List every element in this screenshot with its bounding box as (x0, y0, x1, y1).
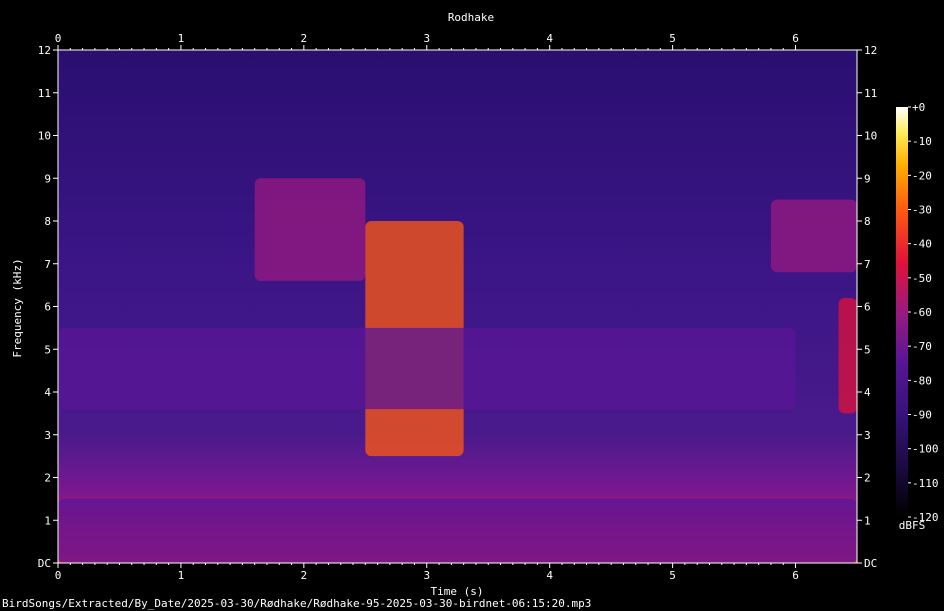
y-tick-label-right: 6 (864, 301, 871, 314)
y-tick-label-right: 4 (864, 386, 871, 399)
x-tick-label-top: 5 (669, 32, 676, 45)
y-tick-label-left: 1 (44, 514, 51, 527)
y-tick-label-left: 11 (38, 87, 51, 100)
colorbar-tick-label: -20 (912, 169, 932, 182)
y-tick-label-left: 6 (44, 301, 51, 314)
x-tick-label-top: 3 (423, 32, 430, 45)
colorbar-tick-label: -110 (912, 477, 939, 490)
colorbar-gradient (896, 107, 908, 517)
y-tick-label-right: 3 (864, 429, 871, 442)
colorbar-tick-label: -100 (912, 443, 939, 456)
plot-area (57, 49, 858, 564)
x-tick-label-bottom: 0 (55, 569, 62, 582)
y-tick-label-right: 10 (864, 130, 877, 143)
y-axis-right: DC123456789101112 (857, 44, 877, 570)
energy-region (770, 199, 857, 273)
colorbar-tick-label: -90 (912, 409, 932, 422)
chart-title: Rodhake (448, 11, 494, 24)
y-axis-label: Frequency (kHz) (11, 258, 24, 357)
colorbar: +0-10-20-30-40-50-60-70-80-90-100-110-12… (896, 101, 939, 532)
colorbar-tick-label: -10 (912, 135, 932, 148)
colorbar-tick-label: +0 (912, 101, 925, 114)
x-tick-label-bottom: 2 (301, 569, 308, 582)
y-tick-label-left: 7 (44, 258, 51, 271)
y-tick-label-left: 4 (44, 386, 51, 399)
colorbar-tick-label: -50 (912, 272, 932, 285)
x-tick-label-bottom: 4 (546, 569, 553, 582)
energy-region (58, 327, 796, 410)
y-tick-label-left: DC (38, 557, 51, 570)
x-axis-bottom: 0 1 2 3 4 5 6 (55, 563, 799, 582)
y-tick-label-right: DC (864, 557, 877, 570)
y-tick-label-left: 10 (38, 130, 51, 143)
colorbar-tick-label: -30 (912, 204, 932, 217)
x-tick-label-top: 6 (792, 32, 799, 45)
y-tick-label-left: 5 (44, 343, 51, 356)
y-axis-left: DC123456789101112 (38, 44, 58, 570)
y-tick-label-left: 8 (44, 215, 51, 228)
y-tick-label-right: 8 (864, 215, 871, 228)
y-tick-label-left: 2 (44, 472, 51, 485)
colorbar-tick-label: -80 (912, 374, 932, 387)
colorbar-tick-label: -60 (912, 306, 932, 319)
energy-region (58, 498, 857, 563)
colorbar-ticks: +0-10-20-30-40-50-60-70-80-90-100-110-12… (908, 101, 939, 524)
x-tick-label-top: 4 (546, 32, 553, 45)
y-tick-label-right: 7 (864, 258, 871, 271)
colorbar-tick-label: -40 (912, 238, 932, 251)
y-tick-label-right: 5 (864, 343, 871, 356)
energy-region (838, 297, 857, 414)
y-tick-label-right: 1 (864, 514, 871, 527)
y-tick-label-right: 12 (864, 44, 877, 57)
y-tick-label-left: 9 (44, 172, 51, 185)
y-tick-label-right: 11 (864, 87, 877, 100)
x-axis-top: 0 1 2 3 4 5 6 (55, 32, 799, 50)
spectrogram-chart: Rodhake 0123456 0123456 DC12345678910111… (11, 11, 939, 598)
x-tick-label-top: 2 (301, 32, 308, 45)
x-tick-label-bottom: 3 (423, 569, 430, 582)
y-tick-label-right: 9 (864, 172, 871, 185)
x-tick-label-top: 1 (178, 32, 185, 45)
y-tick-label-left: 12 (38, 44, 51, 57)
y-tick-label-left: 3 (44, 429, 51, 442)
colorbar-unit: dBFS (899, 519, 926, 532)
x-tick-label-bottom: 1 (178, 569, 185, 582)
file-path: BirdSongs/Extracted/By_Date/2025-03-30/R… (2, 597, 592, 610)
energy-region (254, 178, 366, 281)
y-tick-label-right: 2 (864, 472, 871, 485)
x-tick-label-bottom: 5 (669, 569, 676, 582)
x-tick-label-bottom: 6 (792, 569, 799, 582)
x-tick-label-top: 0 (55, 32, 62, 45)
colorbar-tick-label: -70 (912, 340, 932, 353)
